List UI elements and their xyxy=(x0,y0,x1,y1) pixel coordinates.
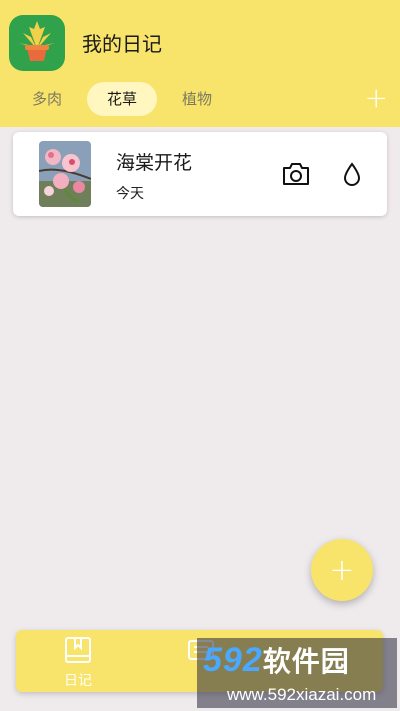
entry-title: 海棠开花 xyxy=(116,152,193,174)
nav-item-diary[interactable]: 日记 xyxy=(43,636,113,689)
watermark-url: www.592xiazai.com xyxy=(227,685,377,704)
add-entry-button[interactable]: + xyxy=(311,539,373,601)
app-header: 我的日记 多肉 花草 植物 + xyxy=(0,0,400,127)
category-tabs: 多肉 花草 植物 + xyxy=(0,80,400,120)
watermark-brand-text: 软件园 xyxy=(262,646,350,677)
watermark: 592软件园 www.592xiazai.com xyxy=(197,638,397,708)
tab-zhiwu[interactable]: 植物 xyxy=(170,82,224,116)
watermark-brand-number: 592 xyxy=(203,641,263,679)
book-icon xyxy=(63,636,93,668)
entry-thumbnail xyxy=(39,141,91,207)
nav-label-diary: 日记 xyxy=(64,673,92,689)
add-category-button[interactable]: + xyxy=(365,84,388,112)
page-title: 我的日记 xyxy=(82,32,162,56)
camera-icon[interactable] xyxy=(281,159,311,189)
tab-duorou[interactable]: 多肉 xyxy=(20,82,74,116)
entry-date: 今天 xyxy=(116,186,144,202)
app-logo-icon xyxy=(9,15,65,71)
watermark-brand: 592软件园 xyxy=(203,640,350,680)
water-drop-icon[interactable] xyxy=(337,159,367,189)
diary-entry-card[interactable]: 海棠开花 今天 xyxy=(13,132,387,216)
tab-huacao[interactable]: 花草 xyxy=(87,82,157,116)
